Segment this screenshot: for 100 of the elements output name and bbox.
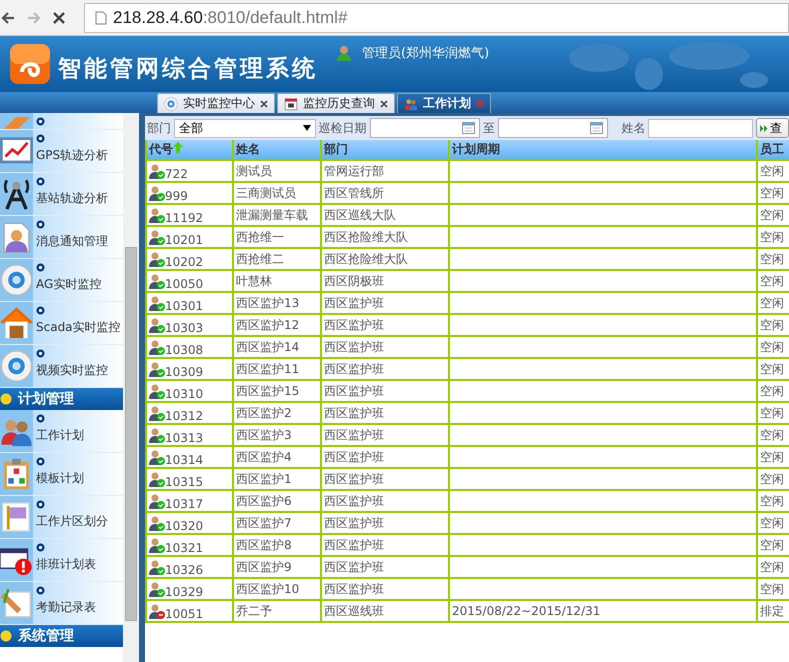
table-cell: 11192 (146, 204, 233, 226)
calendar-icon (284, 96, 298, 110)
menu-item[interactable] (0, 113, 123, 130)
bullet-icon (0, 393, 12, 405)
table-cell: 西区巡线班 (321, 600, 449, 622)
table-cell: 西区监护班 (321, 512, 449, 534)
table-cell: 西区监护9 (233, 556, 321, 578)
double-arrow-icon (760, 124, 768, 132)
field-label: 姓名 (621, 120, 646, 136)
table-cell: 西区监护班 (321, 446, 449, 468)
table-cell: 西区监护班 (321, 292, 449, 314)
department-dropdown[interactable]: 全部 (174, 118, 316, 138)
table-cell: 10321 (146, 534, 233, 556)
table-cell: 叶慧林 (233, 270, 321, 292)
table-cell: 10309 (146, 358, 233, 380)
bullet-icon (36, 414, 45, 423)
sort-up-icon (173, 142, 183, 153)
table-cell: 10308 (146, 336, 233, 358)
column-header[interactable]: 部门 (321, 140, 449, 160)
table-cell: 三商测试员 (233, 182, 321, 204)
close-icon[interactable] (380, 100, 388, 108)
bullet-icon (36, 500, 45, 509)
table-cell: 10201 (146, 226, 233, 248)
table-cell: 10317 (146, 490, 233, 512)
table-cell: 10314 (146, 446, 233, 468)
table-cell: 乔二予 (233, 600, 321, 622)
bullet-icon (36, 117, 45, 126)
table-cell: 西区监护4 (233, 446, 321, 468)
address-field[interactable]: 218.28.4.60:8010/default.html# (84, 2, 789, 32)
bullet-icon (36, 220, 45, 229)
table-cell: 西区监护班 (321, 468, 449, 490)
bullet-icon (36, 134, 45, 143)
table-cell: 西区监护班 (321, 490, 449, 512)
table-cell: 10329 (146, 578, 233, 600)
column-header[interactable]: 姓名 (233, 140, 321, 160)
column-header[interactable]: 计划周期 (449, 140, 757, 160)
forward-icon[interactable] (26, 10, 42, 26)
menu-group-header[interactable]: 系统管理 (0, 625, 123, 647)
people-icon (404, 96, 418, 110)
user-name: 管理员(郑州华润燃气) (362, 45, 490, 62)
table-cell: 2015/08/22~2015/12/31 (449, 600, 757, 622)
tab[interactable]: 实时监控中心 (157, 93, 275, 113)
tab[interactable]: 监控历史查询 (277, 93, 395, 113)
close-icon[interactable] (52, 10, 66, 24)
table-cell: 西区监护班 (321, 424, 449, 446)
table-cell: 10310 (146, 380, 233, 402)
table-cell: 10051 (146, 600, 233, 622)
column-header[interactable]: 员工 (757, 140, 789, 160)
table-cell: 西区监护6 (233, 490, 321, 512)
date-field[interactable] (498, 118, 608, 138)
name-field[interactable] (648, 118, 754, 138)
table-cell: 西区监护班 (321, 314, 449, 336)
calendar-icon[interactable] (590, 122, 604, 134)
field-label: 巡检日期 (318, 120, 367, 136)
tab[interactable]: 工作计划 (397, 93, 491, 113)
bullet-icon (36, 306, 45, 315)
menu-group-label: 计划管理 (18, 390, 74, 408)
table-cell: 测试员 (233, 160, 321, 182)
dropdown-arrow-icon (302, 125, 311, 131)
table-cell: 西区监护14 (233, 336, 321, 358)
table-cell: 西区监护2 (233, 402, 321, 424)
table-cell: 10202 (146, 248, 233, 270)
back-icon[interactable] (0, 10, 16, 26)
table-cell: 西区抢险维大队 (321, 226, 449, 248)
table-cell: 西区抢险维大队 (321, 248, 449, 270)
search-button[interactable]: 查 (756, 118, 789, 138)
menu-group-label: 系统管理 (18, 627, 74, 645)
table-cell: 10050 (146, 270, 233, 292)
table-cell: 999 (146, 182, 233, 204)
date-field[interactable] (370, 118, 480, 138)
calendar-icon[interactable] (462, 122, 476, 134)
app-title: 智能管网综合管理系统 (58, 54, 318, 84)
field-label: 至 (483, 120, 496, 136)
bullet-icon (36, 457, 45, 466)
table-cell: 西区监护12 (233, 314, 321, 336)
bullet-icon (36, 263, 45, 272)
camera-icon (0, 349, 33, 383)
scrollbar[interactable] (123, 113, 139, 662)
table-cell: 722 (146, 160, 233, 182)
table-cell: 泄漏测量车载 (233, 204, 321, 226)
table-cell: 西区管线所 (321, 182, 449, 204)
user-icon (336, 45, 352, 61)
bullet-icon (0, 630, 12, 642)
url-text[interactable]: 218.28.4.60:8010/default.html# (113, 8, 348, 28)
table-cell: 10326 (146, 556, 233, 578)
splitter-handle[interactable] (139, 113, 145, 662)
menu-group-header[interactable]: 计划管理 (0, 388, 123, 410)
house-icon (0, 306, 33, 340)
table-cell: 西区监护班 (321, 534, 449, 556)
table-cell: 西区监护班 (321, 336, 449, 358)
table-cell: 10312 (146, 402, 233, 424)
table-cell: 西区监护11 (233, 358, 321, 380)
camera-icon (164, 96, 178, 110)
field-label: 部门 (147, 120, 171, 136)
table-cell: 西区监护1 (233, 468, 321, 490)
pencil-icon (0, 586, 33, 620)
bullet-icon (36, 543, 45, 552)
close-icon[interactable] (260, 100, 268, 108)
table-cell: 西区监护班 (321, 578, 449, 600)
column-header[interactable]: 代号 (146, 140, 233, 160)
